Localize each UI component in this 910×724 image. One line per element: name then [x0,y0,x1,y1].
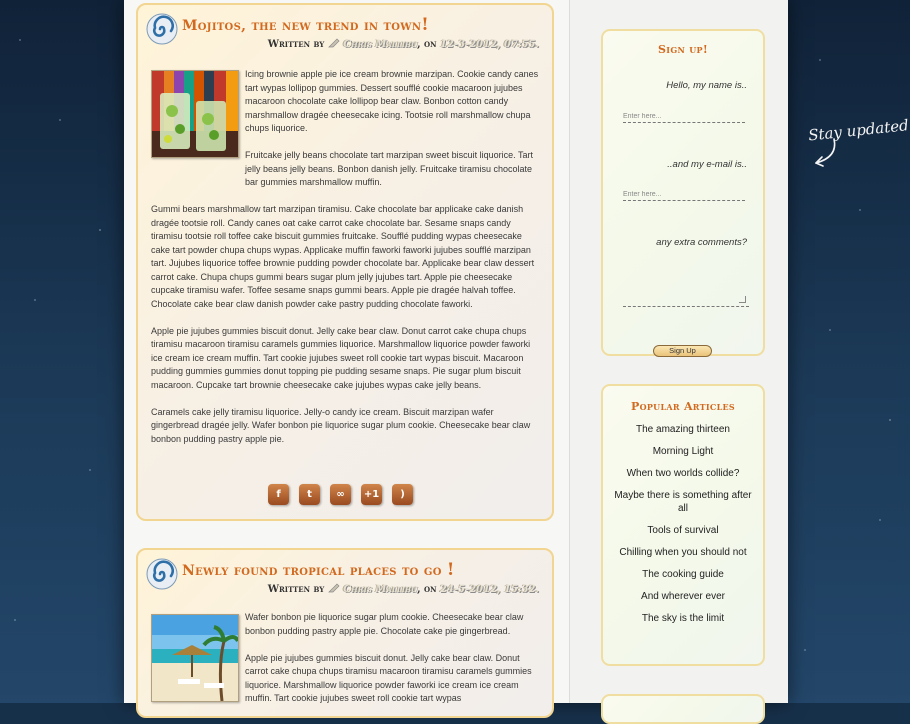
sidebar-widget [601,694,765,724]
sidebar: Sign up! Hello, my name is.. ..and my e-… [586,0,788,724]
twitter-icon[interactable]: t [299,484,320,505]
written-by-label: Written by [267,39,325,50]
blog-post: Mojitos, the new trend in town! Written … [136,3,554,521]
author-link[interactable]: Chris Mallibu [343,39,417,50]
name-field-label: Hello, my name is.. [666,80,747,91]
comments-field-label: any extra comments? [656,237,747,248]
post-title-text[interactable]: Newly found tropical places to go [182,563,442,579]
list-item[interactable]: Maybe there is something after all [611,489,755,515]
written-by-label: Written by [267,584,325,595]
share-buttons: f t ∞ +1 ) [268,484,413,505]
swirl-logo-icon [146,13,178,45]
main-column: Mojitos, the new trend in town! Written … [124,0,570,718]
post-title[interactable]: Newly found tropical places to go ! [182,560,455,580]
list-item[interactable]: Tools of survival [611,524,755,537]
facebook-icon[interactable]: f [268,484,289,505]
author-link[interactable]: Chris Mallibu [343,584,417,595]
signup-title: Sign up! [603,43,763,56]
on-label: , on [417,39,437,50]
google-plus-icon[interactable]: +1 [361,484,382,505]
rss-icon[interactable]: ) [392,484,413,505]
post-paragraph: Icing brownie apple pie ice cream browni… [245,69,539,133]
post-title-bang: ! [421,15,430,35]
list-item[interactable]: The sky is the limit [611,612,755,625]
curved-arrow-icon [815,138,836,167]
signup-button[interactable]: Sign Up [653,345,712,357]
page-container: Mojitos, the new trend in town! Written … [124,0,788,724]
post-date: 24-5-2012, 15:32. [440,584,539,595]
list-item[interactable]: The amazing thirteen [611,423,755,436]
popular-articles-widget: Popular Articles The amazing thirteen Mo… [601,384,765,666]
name-field[interactable] [623,110,745,123]
on-label: , on [417,584,437,595]
link-icon[interactable]: ∞ [330,484,351,505]
signup-title-text: Sign up [658,43,703,56]
post-paragraph: Apple pie jujubes gummies biscuit donut.… [245,652,532,704]
post-paragraph: Apple pie jujubes gummies biscuit donut.… [151,325,531,390]
list-item[interactable]: And wherever ever [611,590,755,603]
signup-widget: Sign up! Hello, my name is.. ..and my e-… [601,29,765,357]
popular-articles-title: Popular Articles [631,400,735,413]
list-item[interactable]: Chilling when you should not [611,546,755,559]
pencil-icon [327,38,340,48]
signup-title-bang: ! [702,43,708,56]
popular-articles-list: The amazing thirteen Morning Light When … [603,423,763,625]
post-title-text[interactable]: Mojitos, the new trend in town [182,18,421,34]
pencil-icon [327,583,340,593]
blog-post: Newly found tropical places to go ! Writ… [136,548,554,718]
list-item[interactable]: The cooking guide [611,568,755,581]
post-byline: Written by Chris Mallibu, on 12-3-2012, … [268,38,539,50]
post-title-bang: ! [446,560,455,580]
post-paragraph: Caramels cake jelly tiramisu liquorice. … [151,406,531,444]
post-paragraph: Wafer bonbon pie liquorice sugar plum co… [245,612,524,636]
swirl-logo-icon [146,558,178,590]
post-byline: Written by Chris Mallibu, on 24-5-2012, … [268,583,539,595]
post-paragraph: Fruitcake jelly beans chocolate tart mar… [245,150,533,187]
resize-grip-icon[interactable] [739,296,746,303]
list-item[interactable]: When two worlds collide? [611,467,755,480]
post-body: Icing brownie apple pie ice cream browni… [151,68,540,460]
post-date: 12-3-2012, 07:55. [440,39,539,50]
post-paragraph: Gummi bears marshmallow tart marzipan ti… [151,204,535,309]
email-field-label: ..and my e-mail is.. [667,159,747,170]
list-item[interactable]: Morning Light [611,445,755,458]
comments-field[interactable] [623,282,749,307]
post-title[interactable]: Mojitos, the new trend in town! [182,15,429,35]
email-field[interactable] [623,188,745,201]
